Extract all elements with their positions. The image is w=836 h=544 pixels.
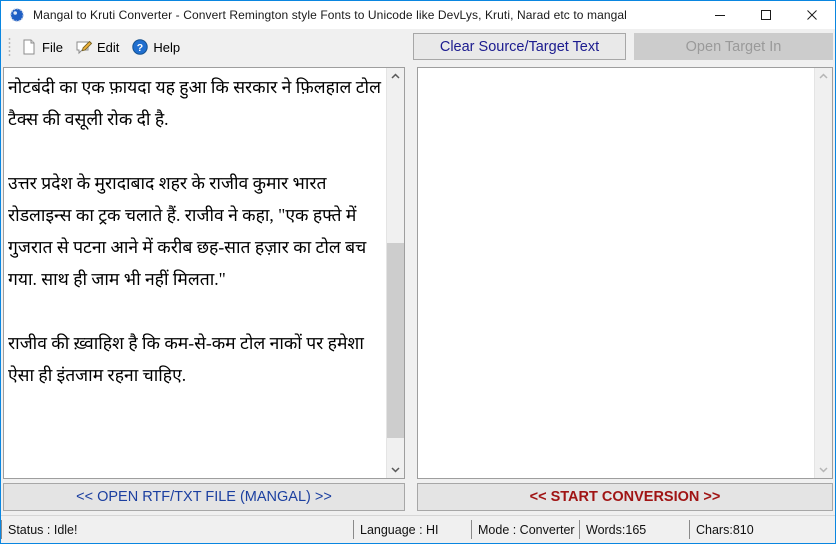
title-bar[interactable]: Mangal to Kruti Converter - Convert Remi… xyxy=(1,1,835,29)
target-text-area[interactable] xyxy=(418,68,814,478)
menu-item-help[interactable]: ? Help xyxy=(127,33,188,61)
text-line: गया. साथ ही जाम भी नहीं मिलता." xyxy=(8,269,226,289)
maximize-icon xyxy=(761,10,771,20)
close-button[interactable] xyxy=(789,1,835,29)
scrollbar-up-button[interactable] xyxy=(387,68,404,85)
open-target-in-button[interactable]: Open Target In xyxy=(634,33,833,60)
scrollbar-track[interactable] xyxy=(815,85,832,461)
menu-item-file[interactable]: File xyxy=(16,33,71,61)
maximize-button[interactable] xyxy=(743,1,789,29)
source-paragraph: उत्तर प्रदेश के मुरादाबाद शहर के राजीव क… xyxy=(8,167,380,295)
drag-grip[interactable] xyxy=(8,37,11,57)
close-icon xyxy=(807,10,817,20)
text-line: ऐसा ही इंतजाम रहना चाहिए. xyxy=(8,365,187,385)
scrollbar-up-button[interactable] xyxy=(815,68,832,85)
open-target-in-label: Open Target In xyxy=(685,38,782,55)
chevron-up-icon xyxy=(391,73,400,79)
text-line: नोटबंदी का एक फ़ायदा यह हुआ कि सरकार ने … xyxy=(8,77,381,97)
minimize-button[interactable] xyxy=(697,1,743,29)
words-count-field: Words:165 xyxy=(579,520,689,539)
clear-source-target-text-button[interactable]: Clear Source/Target Text xyxy=(413,33,626,60)
open-rtf-txt-file-button[interactable]: << OPEN RTF/TXT FILE (MANGAL) >> xyxy=(3,483,405,511)
text-line: उत्तर प्रदेश के मुरादाबाद शहर के राजीव क… xyxy=(8,173,327,193)
svg-text:?: ? xyxy=(137,42,143,54)
window-controls xyxy=(697,1,835,29)
window-title: Mangal to Kruti Converter - Convert Remi… xyxy=(33,8,627,22)
status-field: Status : Idle! xyxy=(1,520,353,539)
source-text-area[interactable]: नोटबंदी का एक फ़ायदा यह हुआ कि सरकार ने … xyxy=(4,68,386,478)
editor-panes: नोटबंदी का एक फ़ायदा यह हुआ कि सरकार ने … xyxy=(1,65,835,479)
menu-item-edit-label: Edit xyxy=(96,39,120,55)
source-paragraph: राजीव की ख़्वाहिश है कि कम-से-कम टोल नाक… xyxy=(8,327,380,391)
menu-item-edit[interactable]: Edit xyxy=(71,33,127,61)
source-paragraph: नोटबंदी का एक फ़ायदा यह हुआ कि सरकार ने … xyxy=(8,71,381,135)
chevron-up-icon xyxy=(819,73,828,79)
scrollbar-down-button[interactable] xyxy=(815,461,832,478)
question-mark-icon: ? xyxy=(132,39,149,55)
text-line: टैक्स की वसूली रोक दी है. xyxy=(8,109,169,129)
bottom-button-bar: << OPEN RTF/TXT FILE (MANGAL) >> << STAR… xyxy=(1,479,835,515)
minimize-icon xyxy=(715,15,725,16)
status-bar: Status : Idle! Language : HI Mode : Conv… xyxy=(1,515,835,543)
mode-field: Mode : Converter xyxy=(471,520,579,539)
document-icon xyxy=(23,39,35,55)
app-circle-icon xyxy=(9,7,25,23)
toolbar: File Edit ? Help Clear Source/Target Tex… xyxy=(1,29,835,65)
pencil-note-icon xyxy=(76,40,93,55)
app-window: Mangal to Kruti Converter - Convert Remi… xyxy=(0,0,836,544)
start-conversion-button[interactable]: << START CONVERSION >> xyxy=(417,483,833,511)
source-scrollbar[interactable] xyxy=(386,68,404,478)
text-line: रोडलाइन्स का ट्रक चलाते हैं. राजीव ने कह… xyxy=(8,205,357,225)
language-field: Language : HI xyxy=(353,520,471,539)
chevron-down-icon xyxy=(819,467,828,473)
target-scrollbar[interactable] xyxy=(814,68,832,478)
scrollbar-thumb[interactable] xyxy=(387,242,404,439)
chevron-down-icon xyxy=(391,467,400,473)
text-line: राजीव की ख़्वाहिश है कि कम-से-कम टोल नाक… xyxy=(8,333,364,353)
source-panel: नोटबंदी का एक फ़ायदा यह हुआ कि सरकार ने … xyxy=(3,67,405,479)
chars-count-field: Chars:810 xyxy=(689,520,835,539)
menu-item-help-label: Help xyxy=(153,39,181,55)
menu-item-file-label: File xyxy=(42,39,63,55)
text-line: गुजरात से पटना आने में करीब छह-सात हज़ार… xyxy=(8,237,367,257)
scrollbar-track[interactable] xyxy=(387,85,404,461)
scrollbar-down-button[interactable] xyxy=(387,461,404,478)
target-panel xyxy=(417,67,833,479)
